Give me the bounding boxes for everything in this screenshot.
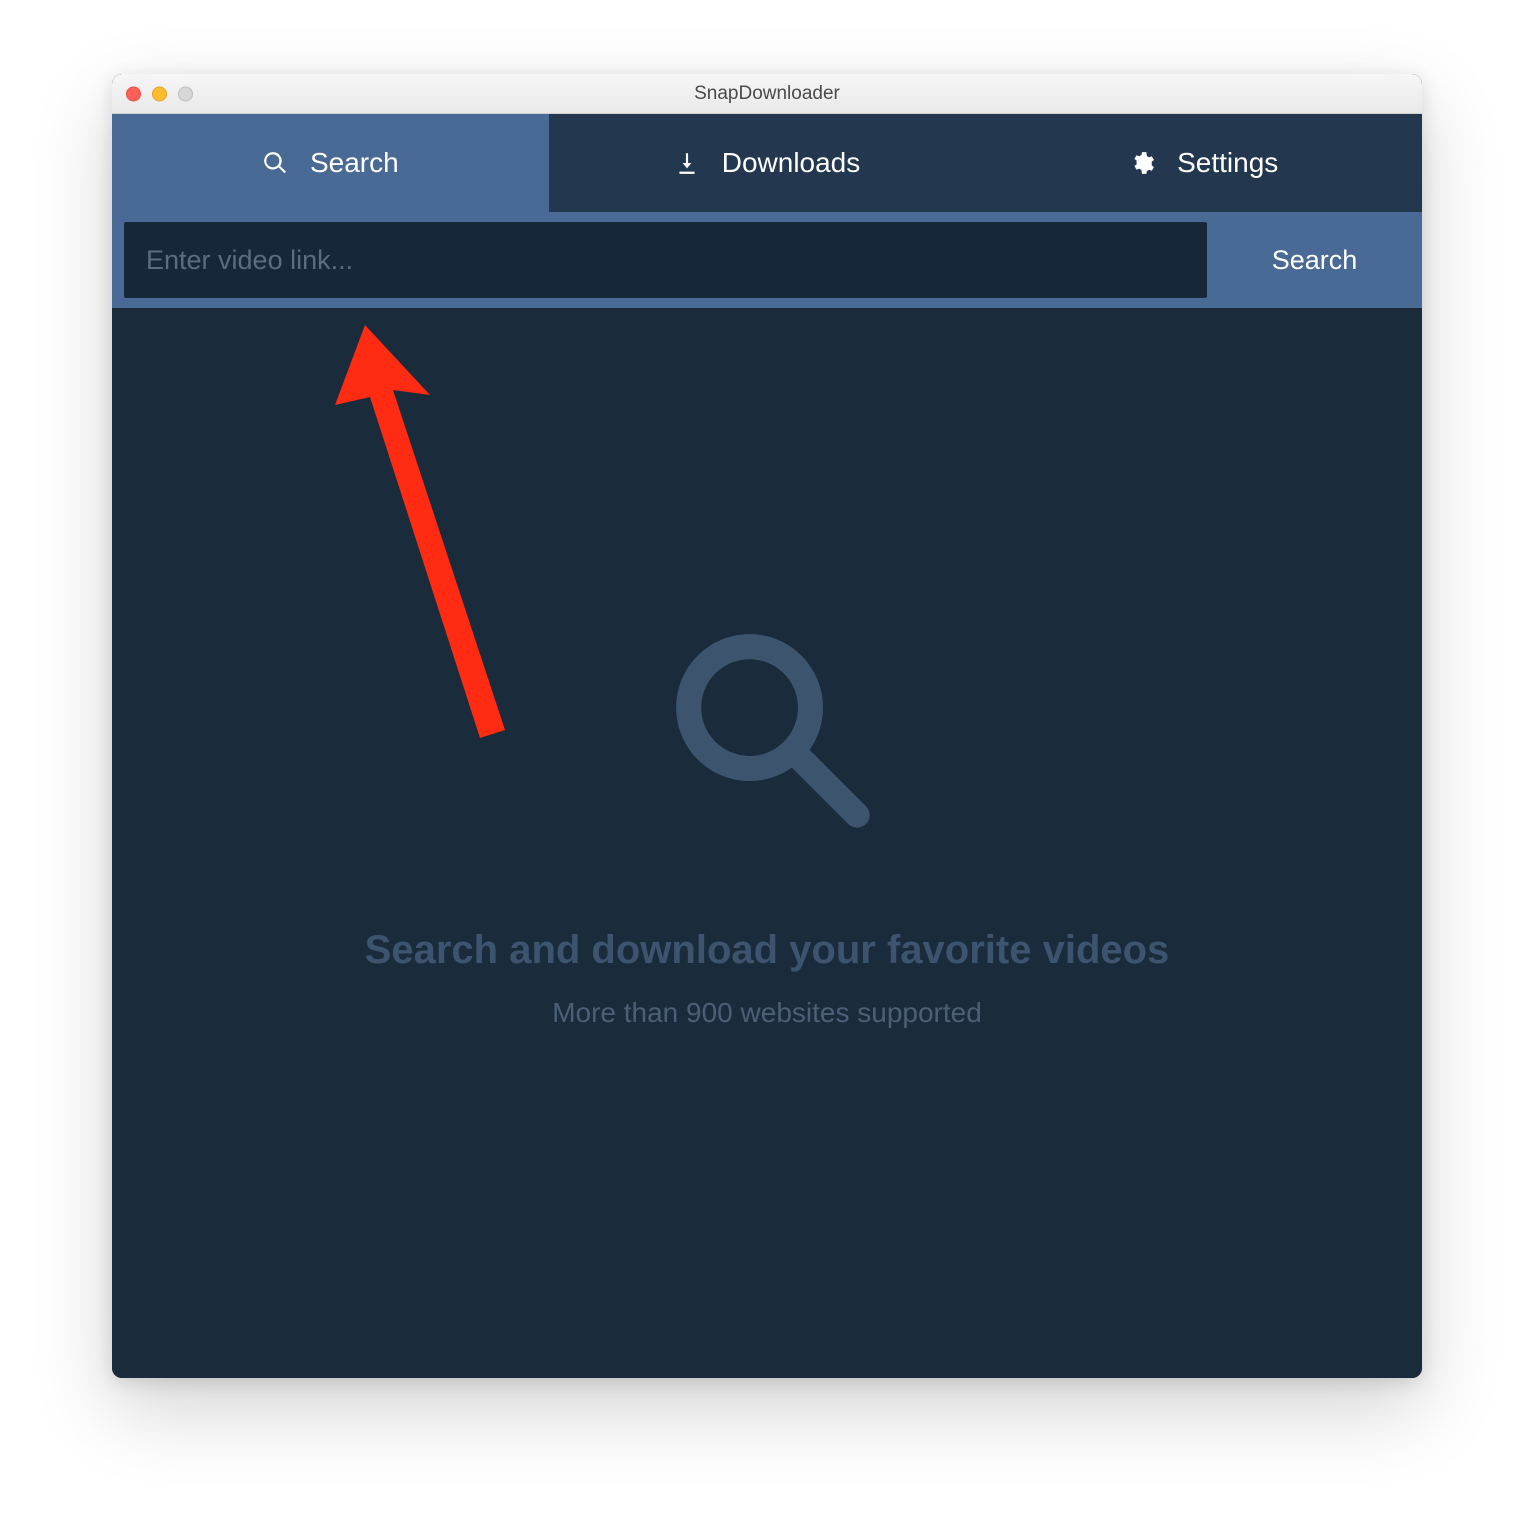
tab-downloads-label: Downloads bbox=[722, 147, 861, 179]
zoom-window-button[interactable] bbox=[178, 86, 193, 101]
app-window: SnapDownloader Search Downloads Settings… bbox=[112, 74, 1422, 1378]
tab-search-label: Search bbox=[310, 147, 399, 179]
search-bar: Search bbox=[112, 212, 1422, 308]
search-hero-icon bbox=[660, 618, 875, 838]
main-tabs: Search Downloads Settings bbox=[112, 114, 1422, 212]
hero-subtitle: More than 900 websites supported bbox=[552, 997, 982, 1029]
download-icon bbox=[674, 150, 700, 176]
close-window-button[interactable] bbox=[126, 86, 141, 101]
window-title: SnapDownloader bbox=[112, 83, 1422, 105]
titlebar: SnapDownloader bbox=[112, 74, 1422, 114]
gear-icon bbox=[1129, 150, 1155, 176]
search-button[interactable]: Search bbox=[1207, 212, 1422, 308]
search-icon bbox=[262, 150, 288, 176]
window-controls bbox=[126, 86, 193, 101]
tab-settings[interactable]: Settings bbox=[985, 114, 1422, 212]
hero-title: Search and download your favorite videos bbox=[365, 928, 1170, 973]
minimize-window-button[interactable] bbox=[152, 86, 167, 101]
tab-search[interactable]: Search bbox=[112, 114, 549, 212]
tab-settings-label: Settings bbox=[1177, 147, 1278, 179]
tab-downloads[interactable]: Downloads bbox=[549, 114, 986, 212]
content-area: Search and download your favorite videos… bbox=[112, 308, 1422, 1378]
video-link-input[interactable] bbox=[124, 222, 1207, 298]
